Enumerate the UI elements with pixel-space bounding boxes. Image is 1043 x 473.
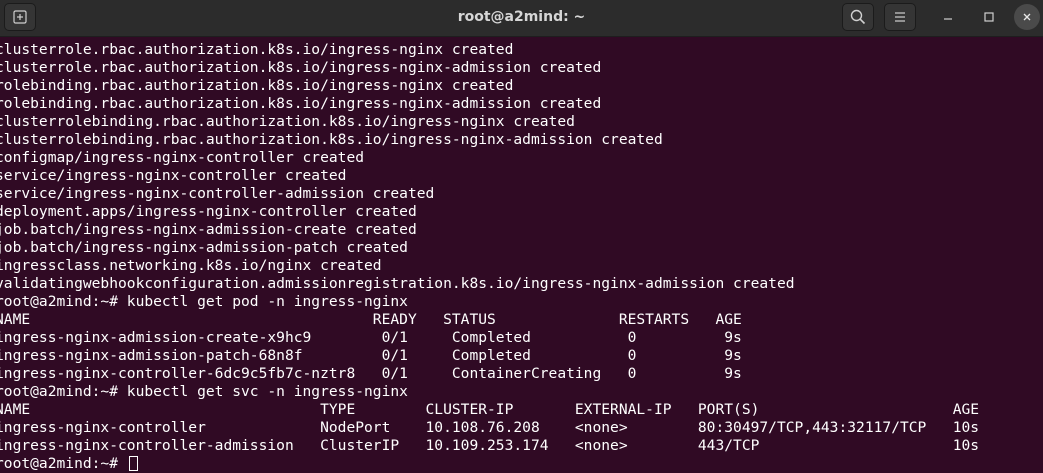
- menu-button[interactable]: [884, 3, 916, 31]
- minimize-icon: [944, 18, 952, 20]
- terminal-line: service/ingress-nginx-controller created: [0, 167, 347, 184]
- table-header: NAME TYPE CLUSTER-IP EXTERNAL-IP PORT(S)…: [0, 401, 980, 418]
- table-row: ingress-nginx-admission-create-x9hc9 0/1…: [0, 329, 742, 346]
- terminal-line: ingressclass.networking.k8s.io/nginx cre…: [0, 257, 382, 274]
- terminal-line: validatingwebhookconfiguration.admission…: [0, 275, 795, 292]
- search-icon: [850, 9, 866, 25]
- terminal-line: deployment.apps/ingress-nginx-controller…: [0, 203, 417, 220]
- close-button[interactable]: [1014, 4, 1040, 30]
- new-tab-button[interactable]: [4, 3, 36, 31]
- close-icon: [1023, 13, 1031, 21]
- terminal-window: root@a2mind: ~ clusterrole.rbac.authoriz…: [0, 0, 1043, 473]
- search-button[interactable]: [842, 3, 874, 31]
- terminal-line: clusterrole.rbac.authorization.k8s.io/in…: [0, 41, 514, 58]
- command-line: root@a2mind:~# kubectl get svc -n ingres…: [0, 383, 408, 400]
- command-line: root@a2mind:~# kubectl get pod -n ingres…: [0, 293, 408, 310]
- table-row: ingress-nginx-controller-admission Clust…: [0, 437, 980, 454]
- table-row: ingress-nginx-controller-6dc9c5fb7c-nztr…: [0, 365, 742, 382]
- table-row: ingress-nginx-admission-patch-68n8f 0/1 …: [0, 347, 742, 364]
- terminal-line: clusterrolebinding.rbac.authorization.k8…: [0, 131, 663, 148]
- maximize-button[interactable]: [973, 3, 1005, 31]
- shell-prompt: root@a2mind:~#: [0, 455, 127, 472]
- table-row: ingress-nginx-controller NodePort 10.108…: [0, 419, 980, 436]
- text-cursor: [128, 456, 138, 471]
- terminal-line: clusterrolebinding.rbac.authorization.k8…: [0, 113, 575, 130]
- hamburger-menu-icon: [895, 12, 905, 22]
- terminal-line: service/ingress-nginx-controller-admissi…: [0, 185, 435, 202]
- table-header: NAME READY STATUS RESTARTS AGE: [0, 311, 742, 328]
- new-tab-icon: [13, 10, 27, 24]
- maximize-icon: [984, 12, 994, 22]
- terminal-line: configmap/ingress-nginx-controller creat…: [0, 149, 365, 166]
- terminal-line: job.batch/ingress-nginx-admission-patch …: [0, 239, 408, 256]
- minimize-button[interactable]: [932, 3, 964, 31]
- terminal-line: job.batch/ingress-nginx-admission-create…: [0, 221, 417, 238]
- terminal-line: rolebinding.rbac.authorization.k8s.io/in…: [0, 77, 514, 94]
- terminal-line: clusterrole.rbac.authorization.k8s.io/in…: [0, 59, 602, 76]
- prompt-line[interactable]: root@a2mind:~#: [0, 455, 1043, 473]
- terminal-output[interactable]: clusterrole.rbac.authorization.k8s.io/in…: [0, 38, 1043, 473]
- terminal-line: rolebinding.rbac.authorization.k8s.io/in…: [0, 95, 602, 112]
- title-bar[interactable]: root@a2mind: ~: [0, 0, 1043, 37]
